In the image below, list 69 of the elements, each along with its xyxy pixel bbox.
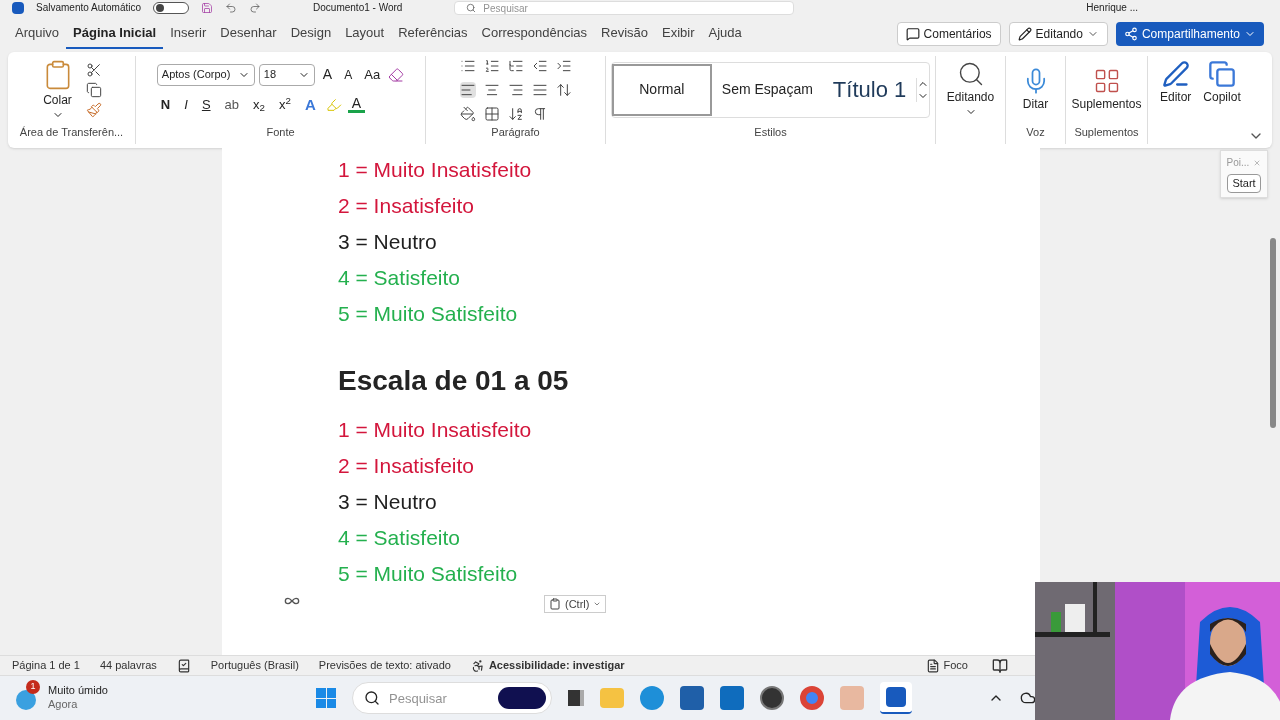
paste-button[interactable]: Colar: [41, 58, 74, 121]
text-effects-button[interactable]: A: [300, 93, 320, 116]
menu-tab[interactable]: Ajuda: [701, 19, 749, 49]
editing-button[interactable]: Editando: [946, 60, 995, 118]
user-name[interactable]: Henrique ...: [1086, 3, 1138, 13]
pane-title: Poi...: [1226, 156, 1250, 170]
paste-options-button[interactable]: (Ctrl): [544, 594, 607, 613]
menu-tab[interactable]: Desenhar: [213, 19, 284, 49]
menu-tab[interactable]: Revisão: [594, 19, 656, 49]
grow-font-button[interactable]: A: [318, 64, 337, 85]
menu-tab[interactable]: Página Inicial: [66, 19, 164, 49]
document-line: 2 = Insatisfeito: [338, 193, 475, 219]
group-label: Parágrafo: [491, 124, 540, 140]
document-line: 3 = Neutro: [338, 489, 438, 515]
editing-mode-button[interactable]: Editando: [1008, 22, 1108, 46]
notification-badge: 1: [26, 680, 40, 694]
search-field[interactable]: Pesquisar: [454, 1, 795, 15]
font-color-button[interactable]: A: [347, 96, 366, 114]
change-case-button[interactable]: Aa: [360, 64, 385, 85]
menu-tab[interactable]: Arquivo: [8, 19, 67, 49]
format-button[interactable]: N: [156, 95, 175, 115]
group-label: Área de Transferên...: [19, 124, 124, 140]
document-line: 1 = Muito Insatisfeito: [338, 417, 533, 443]
format-button[interactable]: I: [180, 95, 192, 115]
start-button[interactable]: Start: [1227, 174, 1261, 193]
style-option[interactable]: Normal: [611, 63, 712, 116]
page-count[interactable]: Página 1 de 1: [12, 657, 80, 674]
language-status[interactable]: Português (Brasil): [210, 657, 299, 674]
menu-tab[interactable]: Layout: [338, 19, 392, 49]
group-label: Voz: [1026, 124, 1045, 140]
menu-tab[interactable]: Design: [283, 19, 339, 49]
format-button[interactable]: ab: [220, 95, 243, 115]
document-line: 5 = Muito Satisfeito: [338, 561, 519, 587]
editor-button[interactable]: Editor: [1160, 60, 1192, 106]
group-label: Estilos: [754, 124, 787, 140]
autosave-label: Salvamento Automático: [36, 3, 142, 13]
document-line: 3 = Neutro: [338, 229, 438, 255]
accessibility-status[interactable]: Acessibilidade: investigar: [488, 657, 625, 674]
comments-button[interactable]: Comentários: [896, 22, 1001, 46]
shrink-font-button[interactable]: A: [340, 65, 357, 84]
format-button[interactable]: x$_{2}$: [249, 95, 269, 115]
font-name-field[interactable]: Aptos (Corpo): [156, 63, 255, 86]
copilot-button[interactable]: Copilot: [1203, 60, 1241, 106]
predictions-status[interactable]: Previsões de texto: ativado: [318, 657, 451, 674]
document-heading: Escala de 01 a 05: [338, 364, 570, 398]
focus-button[interactable]: Foco: [943, 657, 968, 674]
document-line: 5 = Muito Satisfeito: [338, 301, 519, 327]
document-line: 4 = Satisfeito: [338, 525, 461, 551]
document-line: 2 = Insatisfeito: [338, 453, 475, 479]
font-size-field[interactable]: 18: [258, 63, 315, 86]
document-line: 4 = Satisfeito: [338, 265, 461, 291]
share-button[interactable]: Compartilhamento: [1115, 22, 1264, 46]
style-option[interactable]: Título 1: [822, 63, 917, 116]
group-label: Suplementos: [1074, 124, 1139, 140]
menu-tab[interactable]: Referências: [391, 19, 475, 49]
weather-time: Agora: [48, 698, 79, 712]
menu-tab[interactable]: Exibir: [655, 19, 702, 49]
dictate-button[interactable]: Ditar: [1021, 66, 1050, 113]
style-option[interactable]: Sem Espaçam: [711, 63, 823, 116]
addins-button[interactable]: Suplementos: [1071, 66, 1142, 113]
group-label: Fonte: [266, 124, 295, 140]
weather-condition: Muito úmido: [48, 684, 108, 698]
document-line: 1 = Muito Insatisfeito: [338, 157, 533, 183]
menu-tab[interactable]: Inserir: [163, 19, 214, 49]
format-button[interactable]: x$^{2}$: [274, 95, 295, 115]
format-button[interactable]: S: [197, 95, 215, 115]
word-count[interactable]: 44 palavras: [99, 657, 157, 674]
menu-tab[interactable]: Correspondências: [474, 19, 595, 49]
window-title: Documento1 - Word: [313, 3, 403, 13]
